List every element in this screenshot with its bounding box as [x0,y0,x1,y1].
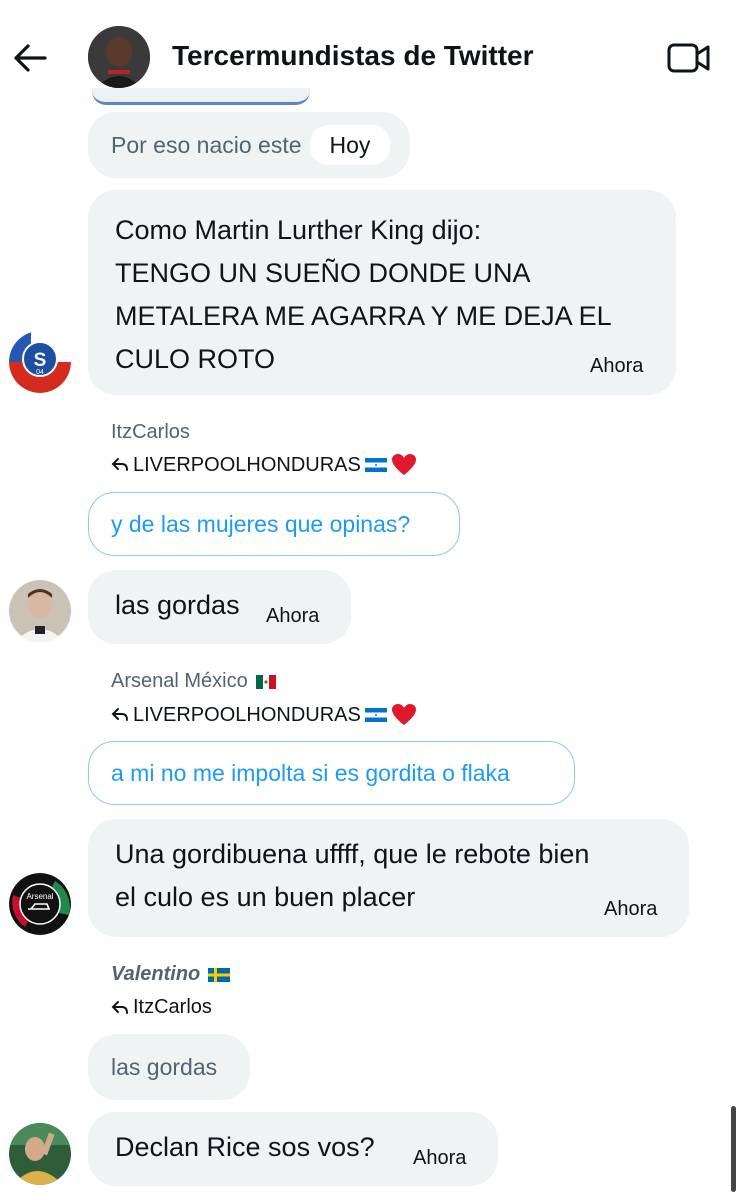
player-photo [9,580,71,642]
reply-sender-name: Arsenal México [111,670,248,692]
person-photo [88,26,150,88]
reply-arrow-icon [111,458,128,471]
message-time: Ahora [266,605,320,627]
user-avatar[interactable]: Arsenal [9,873,71,935]
previous-message-edge [92,88,310,105]
red-heart-icon [391,704,416,725]
svg-text:S: S [34,350,47,371]
user-avatar[interactable]: S 04 [9,331,71,393]
mexico-flag-icon [255,674,276,689]
quoted-message[interactable]: y de las mujeres que opinas? [88,492,460,556]
message-text: las gordas [115,590,240,620]
svg-text:04: 04 [36,369,44,376]
video-call-button[interactable] [664,38,714,78]
message-bubble[interactable]: Como Martin Lurther King dijo: TENGO UN … [88,190,676,395]
red-heart-icon [391,454,416,475]
sweden-flag-icon [208,967,231,982]
arsenal-logo-icon: Arsenal [9,873,71,935]
message-text: Una gordibuena uffff, que le rebote bien… [115,839,590,912]
message-bubble[interactable]: Por eso nacio este Hoy [88,112,410,178]
quoted-message[interactable]: las gordas [88,1034,250,1100]
quoted-text: las gordas [111,1053,218,1080]
user-avatar[interactable] [9,580,71,642]
chat-header: Tercermundistas de Twitter [0,0,742,112]
video-camera-icon [667,43,710,73]
replying-to: LIVERPOOLHONDURAS [111,703,417,727]
group-avatar[interactable] [88,26,150,88]
quoted-message[interactable]: a mi no me impolta si es gordita o flaka [88,741,575,805]
reply-sender: Arsenal México [111,670,276,693]
quoted-text: y de las mujeres que opinas? [111,510,411,537]
replying-to: ItzCarlos [111,996,212,1019]
reply-sender: Valentino [111,963,231,986]
reply-sender-name: ItzCarlos [111,421,190,443]
message-time: Ahora [590,355,644,377]
replying-user-name: ItzCarlos [133,996,212,1018]
reply-sender-name: Valentino [111,963,201,985]
message-time: Ahora [413,1147,467,1169]
message-time: Ahora [604,898,658,920]
arrow-left-icon [14,44,47,72]
message-bubble[interactable]: Una gordibuena uffff, que le rebote bien… [88,819,689,937]
arsenal-logo-text: Arsenal [26,892,53,901]
user-avatar[interactable] [9,1123,71,1185]
honduras-flag-icon [364,458,387,472]
replying-to: LIVERPOOLHONDURAS [111,453,417,477]
date-badge: Hoy [309,125,391,165]
replying-user-name: LIVERPOOLHONDURAS [133,703,361,726]
chat-title[interactable]: Tercermundistas de Twitter [172,40,534,72]
message-text: Declan Rice sos vos? [115,1132,375,1162]
honduras-flag-icon [364,708,387,722]
reply-arrow-icon [111,1000,128,1014]
quoted-text: a mi no me impolta si es gordita o flaka [111,759,510,786]
schalke-logo-icon: S 04 [9,331,71,393]
reply-arrow-icon [111,708,128,721]
back-button[interactable] [10,38,50,78]
message-text: Por eso nacio este [111,131,302,158]
scrollbar[interactable] [731,1106,736,1192]
replying-user-name: LIVERPOOLHONDURAS [133,453,361,476]
player-photo [9,1123,71,1185]
